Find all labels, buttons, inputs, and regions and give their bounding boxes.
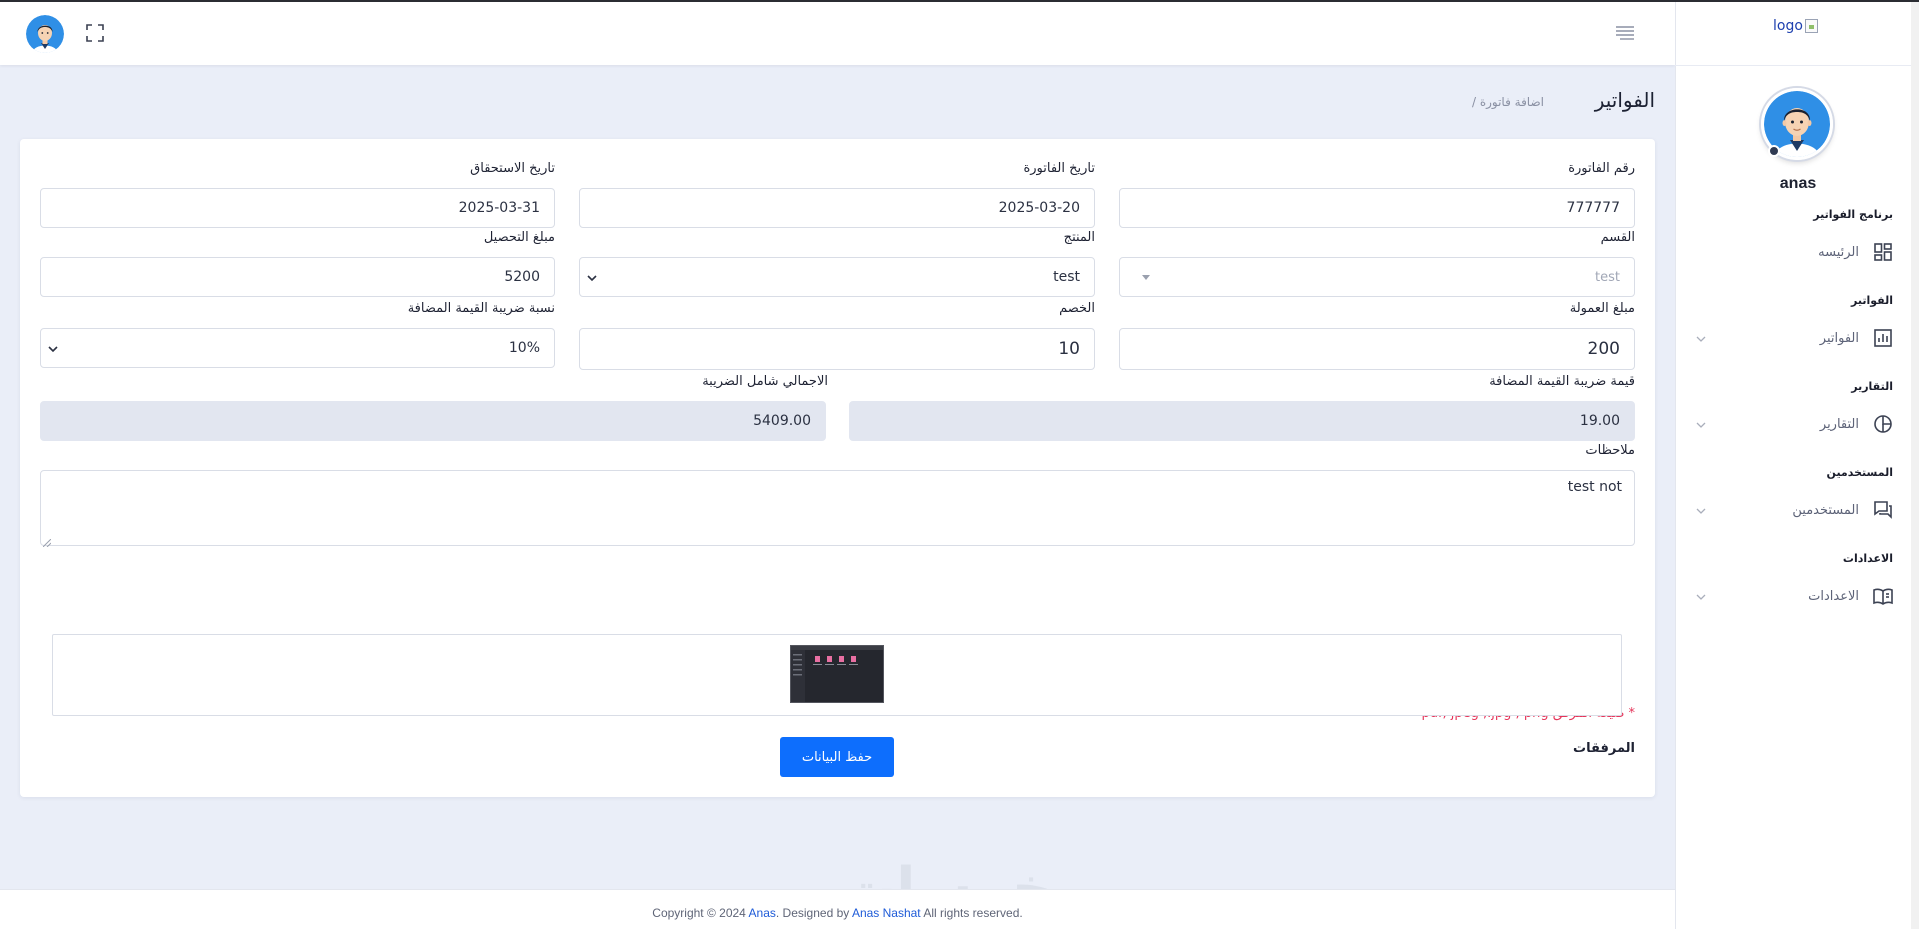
vat-value-label: قيمة ضريبة القيمة المضافة	[1489, 374, 1635, 389]
nav-section-invoices: الفواتير	[1851, 294, 1893, 307]
chevron-down-icon	[1695, 502, 1707, 521]
footer: Copyright © 2024 Anas. Designed by Anas …	[0, 889, 1675, 929]
sidebar-item-invoices[interactable]: الفواتير	[1695, 324, 1893, 352]
section-label: القسم	[1600, 230, 1635, 245]
nav-section-reports: التقارير	[1851, 380, 1893, 393]
sidebar-item-reports[interactable]: التقارير	[1695, 410, 1893, 438]
designer-link[interactable]: Anas Nashat	[852, 906, 921, 920]
notes-label: ملاحظات	[1585, 443, 1635, 458]
notes-textarea[interactable]: test not	[40, 470, 1635, 548]
dropdown-arrow-icon	[1142, 275, 1150, 280]
rights-text: All rights reserved.	[923, 906, 1023, 920]
pie-chart-icon	[1873, 414, 1893, 434]
commission-amount-input[interactable]: 200	[1119, 328, 1635, 370]
attachment-dropzone[interactable]	[52, 634, 1622, 716]
total-with-tax-field: 5409.00	[40, 401, 826, 441]
window-top-border	[0, 0, 1919, 2]
section-select-value: test	[1595, 269, 1620, 285]
nav-section-home: برنامج الفواتير	[1813, 208, 1893, 221]
sidebar-item-users[interactable]: المستخدمين	[1695, 496, 1893, 524]
dashboard-icon	[1873, 242, 1893, 262]
breadcrumb[interactable]: / اضافة فاتورة	[1472, 95, 1544, 109]
chevron-down-icon	[586, 272, 598, 288]
collection-amount-label: مبلغ التحصيل	[483, 230, 555, 245]
nav-section-settings: الاعدادات	[1842, 552, 1893, 565]
sidebar-item-home[interactable]: الرئيسه	[1695, 238, 1893, 266]
product-label: المنتج	[1063, 230, 1095, 245]
designed-by-text: . Designed by	[775, 906, 850, 920]
sidebar-item-label: الرئيسه	[1818, 244, 1859, 260]
product-select-value: test	[1053, 269, 1080, 285]
online-status-indicator	[1768, 145, 1780, 157]
username: anas	[1779, 175, 1817, 192]
vat-rate-label: نسبة ضريبة القيمة المضافة	[407, 301, 555, 316]
discount-input[interactable]: 10	[579, 328, 1095, 370]
broken-image-icon	[1804, 19, 1818, 33]
book-icon	[1873, 586, 1893, 606]
attachment-thumbnail[interactable]	[790, 645, 884, 703]
page-title: الفواتير	[1594, 88, 1655, 112]
product-select[interactable]: test	[579, 257, 1095, 297]
section-select[interactable]: test	[1119, 257, 1635, 297]
vat-value-field: 19.00	[849, 401, 1635, 441]
invoice-date-input[interactable]: 2025-03-20	[579, 188, 1095, 228]
invoice-date-label: تاريخ الفاتورة	[1023, 161, 1095, 176]
top-navbar	[0, 0, 1675, 65]
menu-toggle-icon[interactable]	[1615, 25, 1635, 41]
due-date-label: تاريخ الاستحقاق	[470, 161, 555, 176]
save-button[interactable]: حفظ البيانات	[780, 737, 894, 777]
copyright-text: Copyright © 2024 Anas. Designed by Anas …	[0, 906, 1675, 920]
logo[interactable]: logo	[1773, 18, 1818, 34]
chevron-down-icon	[47, 343, 59, 359]
vat-rate-select[interactable]: 10%	[40, 328, 555, 368]
fullscreen-icon[interactable]	[86, 24, 104, 42]
user-avatar[interactable]	[26, 15, 64, 53]
resize-handle-icon[interactable]	[42, 535, 52, 548]
due-date-input[interactable]: 2025-03-31	[40, 188, 555, 228]
vat-rate-select-value: 10%	[508, 340, 540, 356]
sidebar-item-label: المستخدمين	[1792, 502, 1859, 518]
chevron-down-icon	[1695, 416, 1707, 435]
chat-icon	[1873, 500, 1893, 520]
sidebar-scrollbar[interactable]	[1911, 0, 1919, 929]
attachments-label: المرفقات	[1573, 741, 1635, 756]
commission-amount-label: مبلغ العمولة	[1569, 301, 1635, 316]
nav-section-users: المستخدمين	[1826, 466, 1893, 479]
sidebar-item-label: الفواتير	[1819, 330, 1859, 346]
chevron-down-icon	[1695, 330, 1707, 349]
sidebar-item-settings[interactable]: الاعدادات	[1695, 582, 1893, 610]
logo-alt-text: logo	[1773, 18, 1803, 34]
invoice-number-input[interactable]: 777777	[1119, 188, 1635, 228]
copyright-prefix: Copyright © 2024	[652, 906, 746, 920]
chevron-down-icon	[1695, 588, 1707, 607]
collection-amount-input[interactable]: 5200	[40, 257, 555, 297]
discount-label: الخصم	[1059, 301, 1095, 316]
sidebar: logo anas برنامج الفواتير الرئيسه الفوات…	[1675, 0, 1919, 929]
invoice-number-label: رقم الفاتورة	[1568, 161, 1635, 176]
bar-chart-icon	[1873, 328, 1893, 348]
sidebar-item-label: التقارير	[1819, 416, 1859, 432]
sidebar-header: logo	[1675, 0, 1919, 66]
sidebar-item-label: الاعدادات	[1808, 588, 1859, 604]
notes-text: test not	[1567, 479, 1622, 495]
invoice-form-card: رقم الفاتورة تاريخ الفاتورة تاريخ الاستح…	[20, 139, 1655, 797]
owner-link[interactable]: Anas	[749, 906, 776, 920]
total-with-tax-label: الاجمالي شامل الضريبة	[702, 374, 828, 389]
